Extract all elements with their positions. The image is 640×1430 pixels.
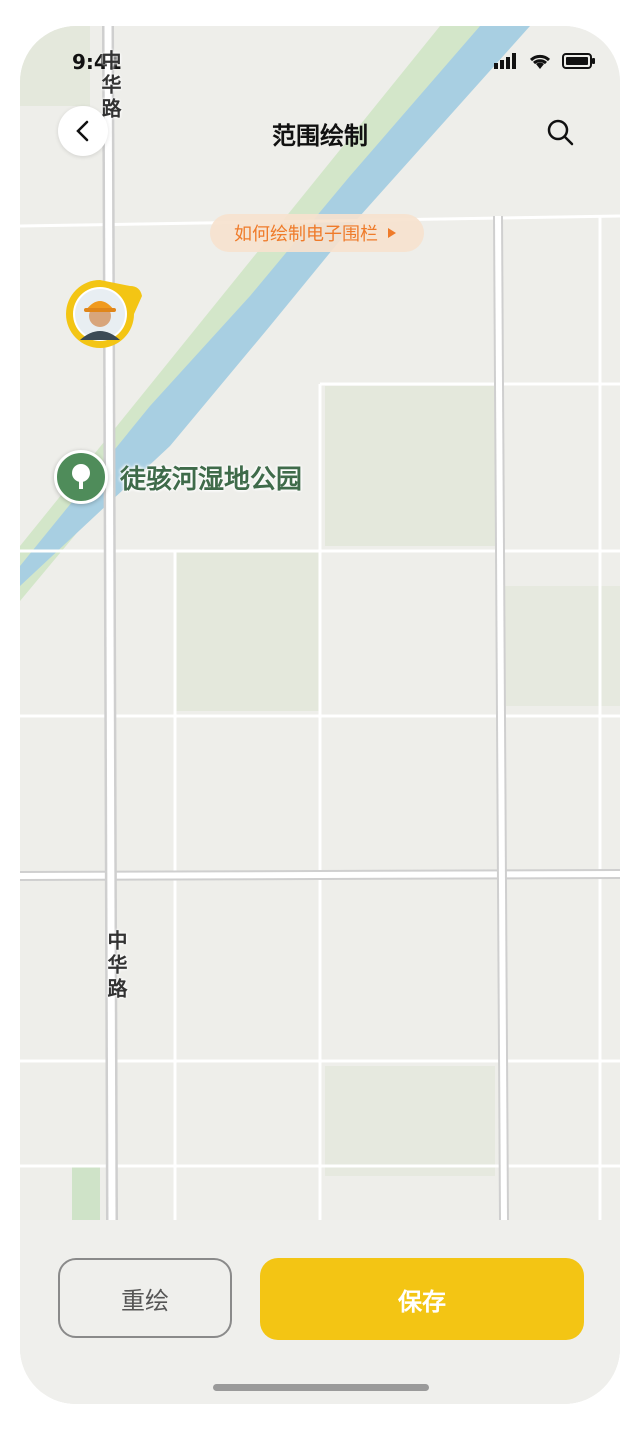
bottom-action-bar: 重绘 保存 [20, 1220, 620, 1404]
fence-help-label: 如何绘制电子围栏 [234, 224, 378, 245]
page-title: 范围绘制 [272, 122, 368, 150]
search-icon [547, 119, 574, 146]
battery-icon [562, 53, 595, 69]
home-indicator[interactable] [213, 1384, 429, 1391]
save-button[interactable]: 保存 [260, 1258, 584, 1340]
status-icons [494, 52, 596, 70]
signal-icon [494, 53, 516, 69]
search-button[interactable] [542, 114, 578, 150]
tree-icon [54, 450, 108, 504]
avatar [66, 280, 142, 348]
play-arrow-icon [388, 228, 396, 238]
wifi-icon [529, 54, 551, 69]
park-poi[interactable]: 徒骇河湿地公园 [54, 450, 302, 504]
park-name: 徒骇河湿地公园 [120, 464, 303, 495]
fence-help-link[interactable]: 如何绘制电子围栏 [210, 214, 424, 252]
phone-screen: 9:41 中华路 中华路 范围绘制 如何绘制电子围栏 徒骇河湿地公园 重绘 保存 [20, 26, 620, 1404]
redraw-button[interactable]: 重绘 [58, 1258, 232, 1338]
road-label-mid: 中华路 [104, 930, 128, 1002]
nav-bar: 范围绘制 [20, 104, 620, 160]
worker-location-marker[interactable] [64, 278, 142, 354]
